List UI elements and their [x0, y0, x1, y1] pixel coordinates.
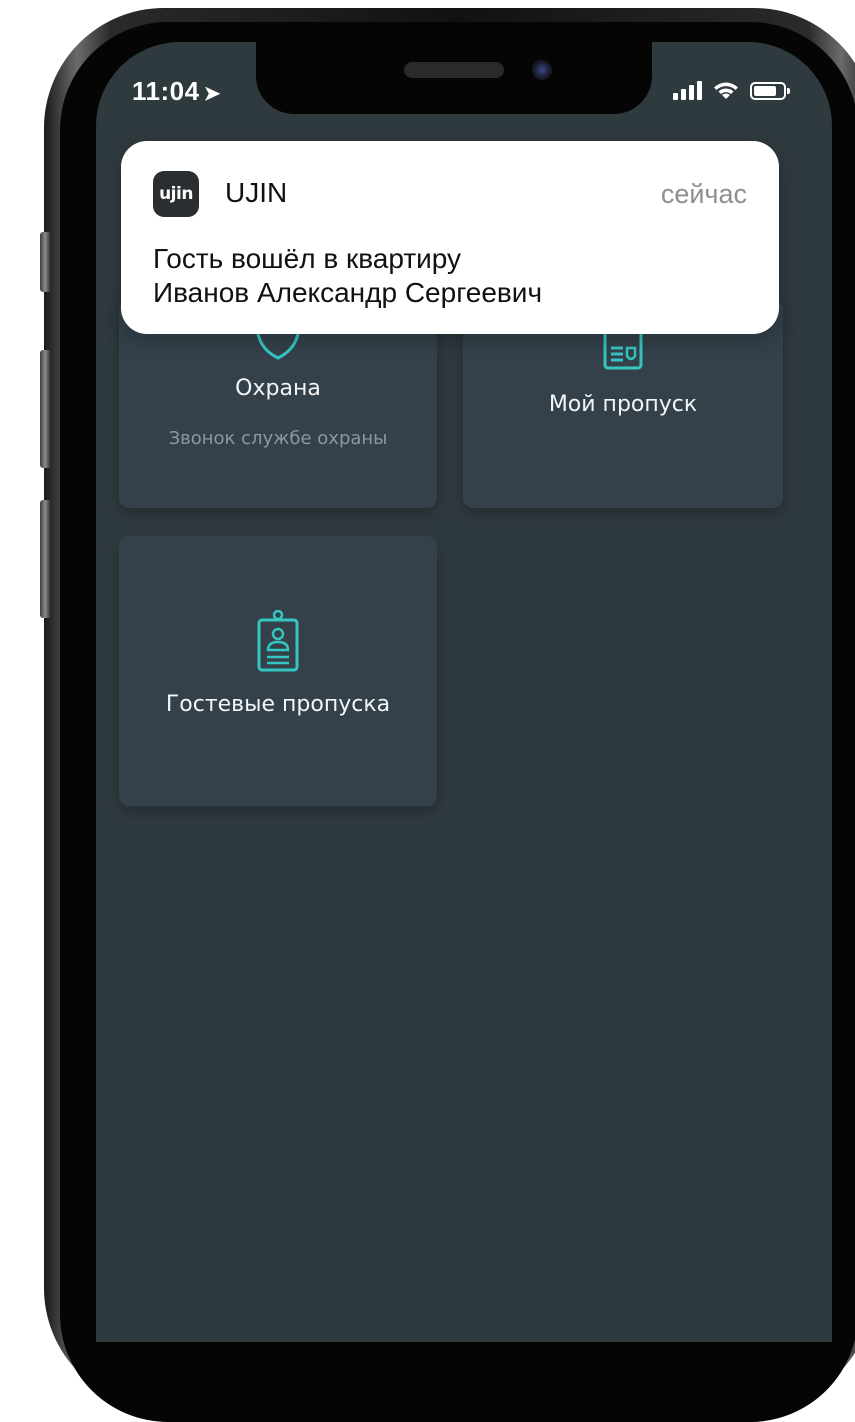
ujin-app-icon: ujin: [153, 171, 199, 217]
notification-title: Гость вошёл в квартиру: [153, 243, 462, 274]
status-time: 11:04 ➤: [132, 76, 221, 106]
notification-time: сейчас: [660, 179, 747, 209]
tile-guest-passes-title: Гостевые пропуска: [165, 692, 391, 717]
notch: [256, 42, 652, 114]
tile-security-subtitle: Звонок службе охраны: [168, 428, 388, 449]
notification-body: Иванов Александр Сергеевич: [153, 277, 543, 308]
badge-icon: [257, 610, 299, 672]
status-indicators: [673, 80, 790, 100]
mute-switch: [40, 232, 50, 292]
tile-security-title: Охрана: [235, 376, 321, 401]
battery-icon: [750, 82, 790, 100]
push-notification[interactable]: ujin UJIN сейчас Гость вошёл в квартиру …: [121, 141, 779, 334]
speaker-grille: [404, 62, 504, 78]
volume-down-button: [40, 500, 50, 618]
tile-guest-passes[interactable]: Гостевые пропуска: [119, 536, 437, 806]
location-arrow-icon: ➤: [203, 83, 221, 105]
cellular-signal-icon: [673, 80, 702, 100]
tile-my-pass-title: Мой пропуск: [548, 392, 698, 417]
volume-up-button: [40, 350, 50, 468]
front-camera: [532, 60, 552, 80]
wifi-icon: [714, 82, 738, 99]
notification-app-name: UJIN: [225, 177, 288, 208]
